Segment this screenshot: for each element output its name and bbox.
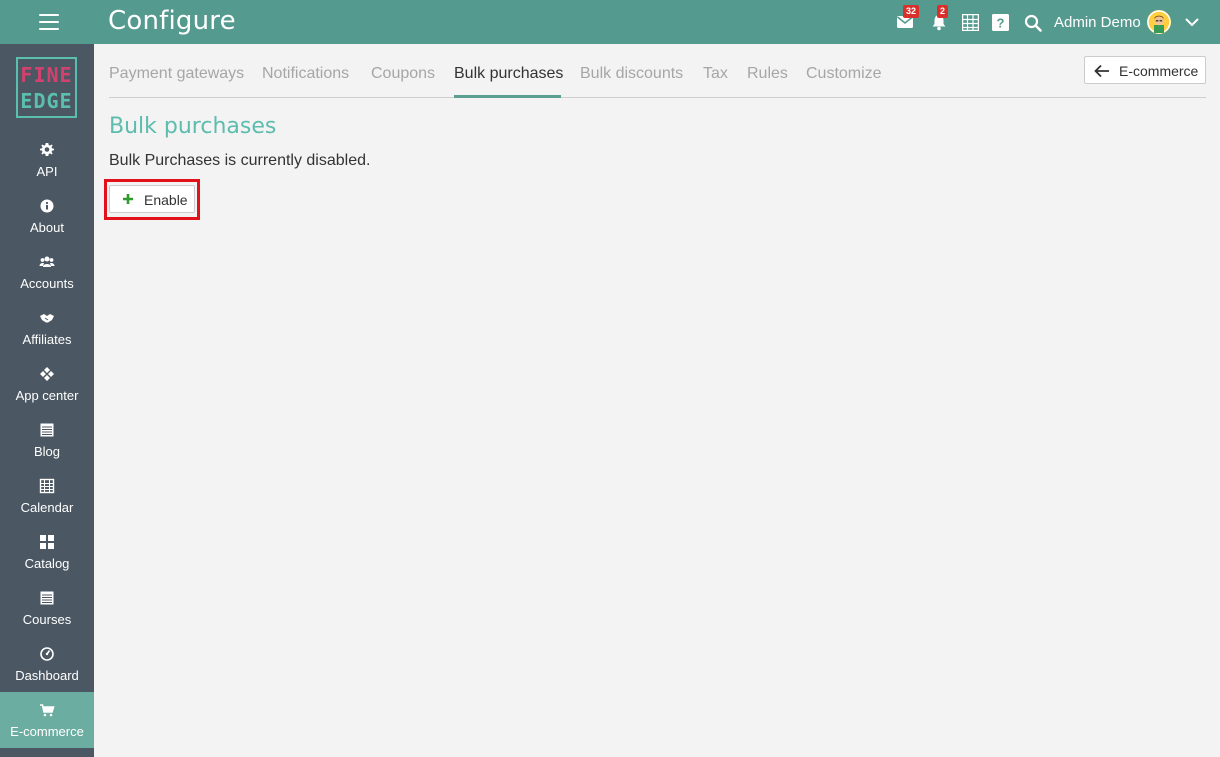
- back-button-label: E-commerce: [1119, 63, 1199, 79]
- enable-button-label: Enable: [144, 192, 188, 208]
- tab-notifications[interactable]: Notifications: [262, 65, 349, 83]
- sidebar: FINE EDGE API About Accounts Affiliates …: [0, 44, 94, 757]
- blog-icon: [40, 423, 54, 437]
- avatar[interactable]: [1147, 10, 1171, 34]
- logo-line-2: EDGE: [20, 89, 73, 113]
- top-bar: Configure 32 2 ? Admin Demo: [0, 0, 1220, 44]
- sidebar-item-app-center[interactable]: App center: [0, 356, 94, 412]
- notifications-badge: 2: [937, 5, 949, 18]
- status-text: Bulk Purchases is currently disabled.: [109, 152, 371, 169]
- active-tab-indicator: [454, 95, 561, 98]
- mail-icon[interactable]: 32: [896, 5, 920, 32]
- tab-customize[interactable]: Customize: [806, 65, 882, 83]
- tab-bulk-discounts[interactable]: Bulk discounts: [580, 65, 683, 83]
- sidebar-item-label: About: [30, 220, 64, 235]
- plus-icon: [123, 194, 133, 204]
- enable-button[interactable]: Enable: [109, 185, 195, 213]
- tabs-divider: [109, 97, 1206, 98]
- sidebar-item-label: E-commerce: [10, 724, 84, 739]
- sidebar-item-catalog[interactable]: Catalog: [0, 524, 94, 580]
- sidebar-item-label: Calendar: [20, 500, 74, 515]
- handshake-icon: [40, 314, 54, 323]
- svg-text:?: ?: [997, 16, 1005, 31]
- section-title: Bulk purchases: [109, 114, 277, 139]
- tab-payment-gateways[interactable]: Payment gateways: [109, 65, 244, 83]
- users-icon: [39, 256, 55, 267]
- back-to-e-commerce-button[interactable]: E-commerce: [1084, 56, 1206, 84]
- tab-rules[interactable]: Rules: [747, 65, 788, 83]
- tab-coupons[interactable]: Coupons: [371, 65, 435, 83]
- catalog-icon: [40, 535, 54, 549]
- cart-icon: [40, 704, 55, 717]
- arrow-left-icon: [1094, 64, 1109, 78]
- tab-tax[interactable]: Tax: [703, 65, 728, 83]
- sidebar-item-label: Affiliates: [22, 332, 72, 347]
- sidebar-item-dashboard[interactable]: Dashboard: [0, 636, 94, 692]
- logo-line-1: FINE: [20, 63, 73, 87]
- sidebar-item-about[interactable]: About: [0, 188, 94, 244]
- sidebar-item-label: API: [36, 164, 58, 179]
- messages-badge: 32: [903, 5, 920, 18]
- menu-icon[interactable]: [39, 14, 59, 30]
- sidebar-item-label: Catalog: [24, 556, 70, 571]
- sidebar-item-label: Blog: [33, 444, 61, 459]
- sidebar-item-affiliates[interactable]: Affiliates: [0, 300, 94, 356]
- sidebar-item-label: App center: [15, 388, 79, 403]
- sidebar-item-calendar[interactable]: Calendar: [0, 468, 94, 524]
- sidebar-item-api[interactable]: API: [0, 132, 94, 188]
- calendar-icon[interactable]: [962, 12, 982, 32]
- tab-bulk-purchases[interactable]: Bulk purchases: [454, 65, 563, 83]
- logo[interactable]: FINE EDGE: [16, 57, 77, 118]
- sidebar-item-label: Accounts: [20, 276, 74, 291]
- dashboard-icon: [40, 647, 54, 661]
- chevron-down-icon[interactable]: [1184, 14, 1200, 30]
- sidebar-item-accounts[interactable]: Accounts: [0, 244, 94, 300]
- bell-icon[interactable]: 2: [930, 5, 950, 32]
- sidebar-item-e-commerce[interactable]: E-commerce: [0, 692, 94, 748]
- apps-icon: [40, 367, 54, 381]
- info-icon: [40, 199, 54, 213]
- sidebar-item-courses[interactable]: Courses: [0, 580, 94, 636]
- page-title: Configure: [108, 6, 236, 36]
- help-icon[interactable]: ?: [992, 12, 1012, 32]
- courses-icon: [40, 591, 54, 605]
- search-icon[interactable]: [1024, 12, 1044, 32]
- gear-icon: [40, 143, 54, 156]
- sidebar-item-blog[interactable]: Blog: [0, 412, 94, 468]
- user-name[interactable]: Admin Demo: [1054, 14, 1141, 31]
- calendar-icon: [39, 478, 55, 494]
- sidebar-item-label: Courses: [22, 612, 72, 627]
- sidebar-item-label: Dashboard: [15, 668, 79, 683]
